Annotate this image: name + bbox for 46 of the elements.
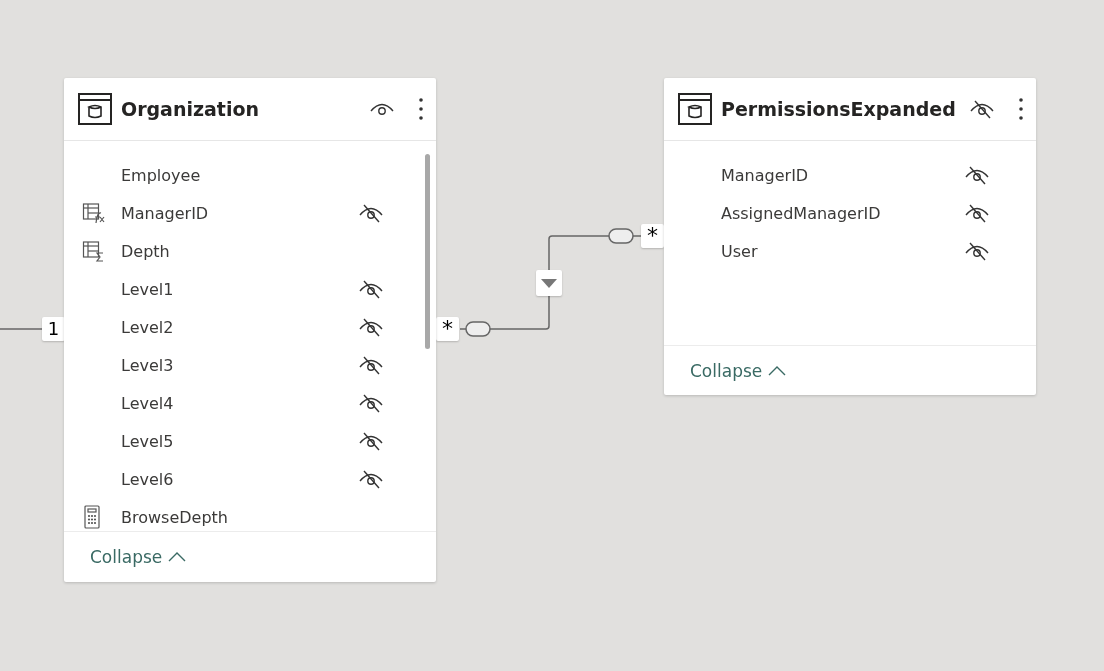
hidden-eye-icon[interactable] (358, 278, 384, 300)
hidden-eye-icon[interactable] (358, 430, 384, 452)
hidden-eye-icon[interactable] (358, 392, 384, 414)
relationship-line (0, 328, 42, 330)
chevron-up-icon (168, 552, 187, 562)
cardinality-label: * (436, 317, 459, 341)
collapse-button[interactable]: Collapse (90, 547, 187, 567)
hidden-eye-icon[interactable] (358, 468, 384, 490)
cardinality-label: 1 (42, 317, 65, 341)
hidden-eye-icon[interactable] (358, 202, 384, 224)
hidden-eye-icon[interactable] (964, 240, 990, 262)
field-name[interactable]: Level1 (121, 279, 358, 299)
scrollbar[interactable] (425, 154, 430, 349)
table-icon (678, 93, 712, 125)
triangle-icon (541, 278, 557, 288)
cardinality-label: * (641, 224, 664, 248)
field-name[interactable]: Depth (121, 241, 358, 261)
hidden-eye-icon[interactable] (969, 98, 995, 120)
field-name[interactable]: ManagerID (121, 203, 358, 223)
field-name[interactable]: Employee (121, 165, 358, 185)
more-options-icon[interactable] (1018, 97, 1024, 121)
table-card[interactable]: PermissionsExpanded ManagerID AssignedManagerID User Collapse (664, 78, 1036, 395)
field-name[interactable]: User (721, 241, 964, 261)
collapse-button[interactable]: Collapse (690, 360, 787, 381)
field-name[interactable]: Level4 (121, 393, 358, 413)
field-name[interactable]: Level3 (121, 355, 358, 375)
table-title: Organization (121, 98, 261, 120)
hidden-eye-icon[interactable] (964, 164, 990, 186)
hidden-eye-icon[interactable] (358, 316, 384, 338)
chevron-up-icon (768, 365, 787, 376)
hidden-eye-icon[interactable] (964, 202, 990, 224)
hidden-eye-icon[interactable] (358, 354, 384, 376)
sum-column-icon (82, 240, 106, 262)
calculated-column-icon (82, 202, 106, 224)
field-name[interactable]: ManagerID (721, 165, 964, 185)
field-name[interactable]: BrowseDepth (121, 507, 358, 527)
field-name[interactable]: AssignedManagerID (721, 203, 964, 223)
field-name[interactable]: Level2 (121, 317, 358, 337)
field-name[interactable]: Level6 (121, 469, 358, 489)
more-options-icon[interactable] (418, 97, 424, 121)
table-card[interactable]: Organization Employee ManagerID Depth Level1 Level2 Level3 Level4 Level5 Level6 BrowseDepth Collapse (64, 78, 436, 582)
table-icon (78, 93, 112, 125)
field-name[interactable]: Level5 (121, 431, 358, 451)
calculator-icon (82, 505, 102, 529)
filter-direction-button[interactable] (536, 270, 562, 296)
table-title: PermissionsExpanded (721, 98, 957, 120)
